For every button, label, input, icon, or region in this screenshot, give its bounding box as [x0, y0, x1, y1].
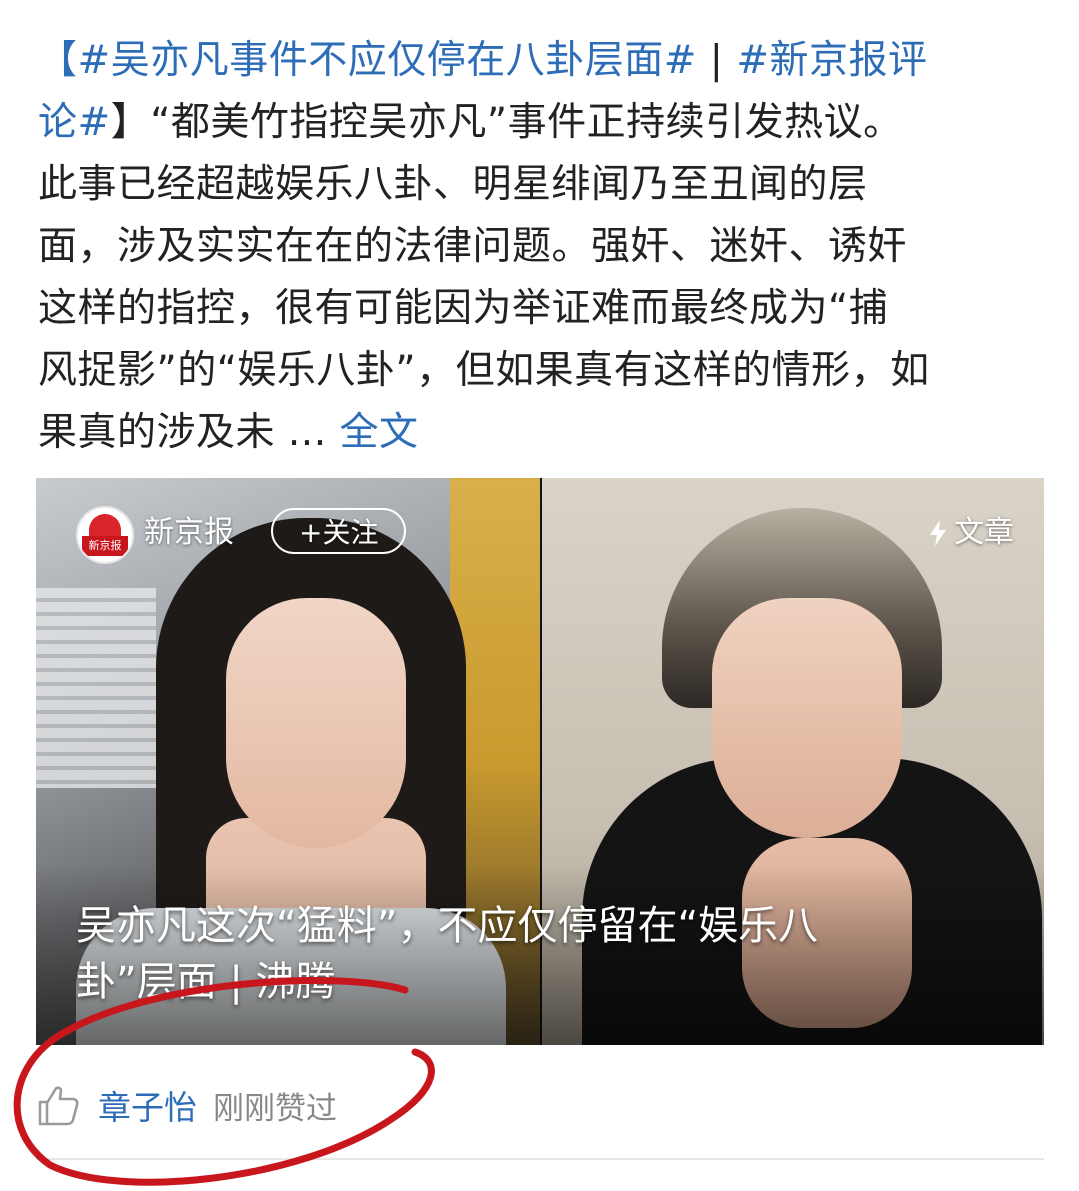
weibo-post: 【#吴亦凡事件不应仅停在八卦层面# | #新京报评 论#】“都美竹指控吴亦凡”事…	[0, 0, 1079, 1191]
post-text-2: “都美竹指控吴亦凡”事件正持续引发热议。	[150, 100, 903, 145]
thumbs-up-icon[interactable]	[36, 1082, 82, 1128]
article-card[interactable]: 新京报 新京报 +关注 文章 吴亦凡这次“猛料”，不应仅停留在“娱乐八 卦”层面…	[36, 478, 1044, 1045]
like-time: 刚刚赞过	[213, 1090, 337, 1127]
source-logo[interactable]: 新京报	[76, 506, 134, 564]
follow-button[interactable]: +关注	[271, 508, 407, 554]
bracket-close: 】	[110, 100, 151, 145]
post-line-4: 面，涉及实实在在的法律问题。强奸、迷奸、诱奸	[38, 224, 908, 269]
lightning-icon	[930, 520, 946, 546]
liker-name[interactable]: 章子怡	[98, 1081, 197, 1129]
post-line-2: 论#】“都美竹指控吴亦凡”事件正持续引发热议。	[38, 92, 1048, 154]
post-line-1: 【#吴亦凡事件不应仅停在八卦层面# | #新京报评	[38, 30, 1048, 92]
full-text-link[interactable]: 全文	[340, 410, 419, 455]
post-body: 【#吴亦凡事件不应仅停在八卦层面# | #新京报评 论#】“都美竹指控吴亦凡”事…	[38, 30, 1048, 464]
article-tag: 文章	[926, 506, 1014, 560]
like-row: 章子怡 刚刚赞过	[36, 1070, 337, 1140]
card-title-line-2: 卦”层面 | 沸腾	[76, 959, 336, 1005]
post-line-6: 风捉影”的“娱乐八卦”，但如果真有这样的情形，如	[38, 348, 930, 393]
topic-separator: |	[696, 38, 737, 83]
source-name[interactable]: 新京报	[144, 506, 234, 560]
article-tag-label: 文章	[954, 515, 1014, 550]
post-text-7: 果真的涉及未 ...	[38, 410, 340, 455]
card-title[interactable]: 吴亦凡这次“猛料”，不应仅停留在“娱乐八 卦”层面 | 沸腾	[76, 898, 976, 1010]
source-logo-text: 新京报	[82, 536, 128, 556]
divider	[36, 1158, 1044, 1160]
post-line-7: 果真的涉及未 ... 全文	[38, 402, 1048, 464]
bracket-open: 【	[38, 38, 78, 83]
card-title-line-1: 吴亦凡这次“猛料”，不应仅停留在“娱乐八	[76, 903, 819, 949]
post-line-5: 这样的指控，很有可能因为举证难而最终成为“捕	[38, 286, 889, 331]
topic-link-1[interactable]: #吴亦凡事件不应仅停在八卦层面#	[78, 38, 697, 83]
topic-link-2-end[interactable]: 论#	[38, 100, 111, 145]
post-line-3: 此事已经超越娱乐八卦、明星绯闻乃至丑闻的层	[38, 162, 868, 207]
topic-link-2-start[interactable]: #新京报评	[736, 38, 927, 83]
